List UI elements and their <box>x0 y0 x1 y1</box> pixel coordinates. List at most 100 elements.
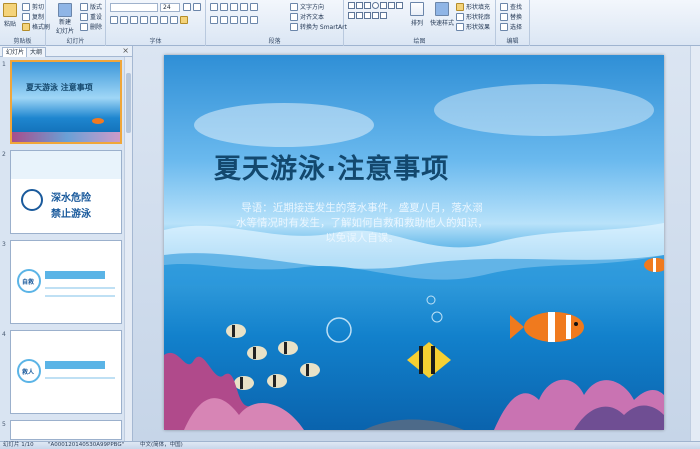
language-indicator[interactable]: 中文(简体，中国) <box>140 442 183 449</box>
thumbnail-bar <box>45 377 115 379</box>
smartart-icon <box>290 22 298 31</box>
case-icon[interactable] <box>170 16 178 24</box>
underline-icon[interactable] <box>130 16 138 24</box>
delete-icon <box>80 22 88 31</box>
text-direction-button[interactable]: 文字方向 <box>290 2 324 11</box>
align-center-icon[interactable] <box>220 16 228 24</box>
font-name-combo[interactable] <box>110 3 158 12</box>
thumbnail-title: 自救 <box>22 279 35 286</box>
line-shape-icon[interactable] <box>356 2 363 9</box>
panel-scrollbar[interactable] <box>124 57 132 441</box>
bold-icon[interactable] <box>110 16 118 24</box>
fill-icon <box>456 2 464 11</box>
thumbnail-subtitle: 禁止游泳 <box>51 209 91 220</box>
shadow-icon[interactable] <box>150 16 158 24</box>
strikethrough-icon[interactable] <box>140 16 148 24</box>
grow-font-button[interactable] <box>183 3 201 11</box>
align-left-icon[interactable] <box>210 16 218 24</box>
clipboard-group: 粘贴 剪切 复制 格式刷 剪贴板 <box>0 0 50 46</box>
callout-shape-icon[interactable] <box>364 12 371 19</box>
slide-thumbnail-5[interactable] <box>10 420 122 440</box>
find-button[interactable]: 查找 <box>500 2 522 11</box>
font-size-combo[interactable]: 24 <box>160 3 180 12</box>
bullets-icon[interactable] <box>210 3 218 11</box>
select-icon <box>500 22 508 31</box>
oval-shape-icon[interactable] <box>372 2 379 9</box>
slide-editing-area: 夏天游泳·注意事项 导语：近期接连发生的落水事件，盛夏八月，落水溺 水等情况时有… <box>133 46 700 441</box>
heart-shape-icon[interactable] <box>372 12 379 19</box>
shapes-gallery[interactable] <box>348 2 408 22</box>
star-shape-icon[interactable] <box>388 2 395 9</box>
select-button[interactable]: 选择 <box>500 22 522 31</box>
slide-canvas[interactable]: 夏天游泳·注意事项 导语：近期接连发生的落水事件，盛夏八月，落水溺 水等情况时有… <box>164 55 664 430</box>
font-label: 字体 <box>149 38 162 45</box>
shape-outline-button[interactable]: 形状轮廓 <box>456 12 490 21</box>
curve-shape-icon[interactable] <box>396 2 403 9</box>
align-text-button[interactable]: 对齐文本 <box>290 12 324 21</box>
thumbnail-header-band <box>11 151 121 179</box>
reset-button[interactable]: 重设 <box>80 12 102 21</box>
brush-icon <box>22 22 30 31</box>
align-right-icon[interactable] <box>230 16 238 24</box>
drawing-group: 排列 快速样式 形状填充 形状轮廓 形状效果 绘图 <box>344 0 496 46</box>
tab-slides[interactable]: 幻灯片 <box>2 47 29 57</box>
justify-icon[interactable] <box>240 16 248 24</box>
delete-slide-button[interactable]: 删除 <box>80 22 102 31</box>
font-color-icon[interactable] <box>180 16 188 24</box>
thumbnail-number: 4 <box>2 331 6 338</box>
line-spacing-icon[interactable] <box>250 3 258 11</box>
thumbnail-number: 1 <box>2 61 6 68</box>
brace-shape-icon[interactable] <box>348 12 355 19</box>
tab-outline[interactable]: 大纲 <box>26 47 47 57</box>
editing-group: 查找 替换 选择 编辑 <box>496 0 530 46</box>
paste-icon <box>3 3 17 17</box>
thumbnail-number: 5 <box>2 421 6 428</box>
slide-thumbnail-4[interactable]: 救人 <box>10 330 122 414</box>
slide-thumbnail-2[interactable]: 深水危险 禁止游泳 <box>10 150 122 234</box>
close-icon[interactable]: × <box>122 46 129 55</box>
rounded-rect-shape-icon[interactable] <box>356 12 363 19</box>
columns-icon[interactable] <box>250 16 258 24</box>
align-text-icon <box>290 12 298 21</box>
cloud <box>434 84 654 136</box>
convert-smartart-button[interactable]: 转换为 SmartArt <box>290 22 347 31</box>
slides-group: 新建 幻灯片 版式 重设 删除 幻灯片 <box>46 0 106 46</box>
slide-intro[interactable]: 导语：近期接连发生的落水事件，盛夏八月，落水溺 水等情况时有发生，了解如何自救和… <box>212 201 512 246</box>
scroll-thumb[interactable] <box>126 73 131 133</box>
copy-icon <box>22 12 30 21</box>
theme-name: "A000120140530A99PPBG" <box>48 442 125 448</box>
seabed-rocks <box>364 419 464 430</box>
quick-styles-button[interactable]: 快速样式 <box>430 2 454 27</box>
increase-indent-icon[interactable] <box>240 3 248 11</box>
font-format-row <box>110 16 188 24</box>
clipboard-label: 剪贴板 <box>13 38 32 45</box>
new-slide-button[interactable]: 新建 幻灯片 <box>56 3 74 35</box>
thumbnail-number: 3 <box>2 241 6 248</box>
grow-font-icon <box>183 3 191 11</box>
editor-scrollbar[interactable] <box>690 46 700 441</box>
slide-thumbnail-3[interactable]: 自救 <box>10 240 122 324</box>
slide-thumbnail-1[interactable]: 夏天游泳 注意事项 <box>10 60 122 144</box>
intro-line: 水等情况时有发生，了解如何自救和救助他人的知识， <box>236 217 488 229</box>
more-shapes-icon[interactable] <box>380 12 387 19</box>
fish-school <box>226 324 320 390</box>
scissors-icon <box>22 2 30 11</box>
thumbnail-bar <box>45 271 105 279</box>
decrease-indent-icon[interactable] <box>230 3 238 11</box>
paste-button[interactable]: 粘贴 <box>3 3 17 28</box>
triangle-shape-icon[interactable] <box>380 2 387 9</box>
numbering-icon[interactable] <box>220 3 228 11</box>
shape-effects-button[interactable]: 形状效果 <box>456 22 490 31</box>
cloud <box>194 103 374 147</box>
shape-fill-button[interactable]: 形状填充 <box>456 2 490 11</box>
rectangle-shape-icon[interactable] <box>348 2 355 9</box>
arrow-shape-icon[interactable] <box>364 2 371 9</box>
copy-button[interactable]: 复制 <box>22 12 44 21</box>
replace-button[interactable]: 替换 <box>500 12 522 21</box>
arrange-button[interactable]: 排列 <box>410 2 424 27</box>
slide-title[interactable]: 夏天游泳·注意事项 <box>214 147 449 186</box>
cut-button[interactable]: 剪切 <box>22 2 44 11</box>
spacing-icon[interactable] <box>160 16 168 24</box>
layout-button[interactable]: 版式 <box>80 2 102 11</box>
italic-icon[interactable] <box>120 16 128 24</box>
